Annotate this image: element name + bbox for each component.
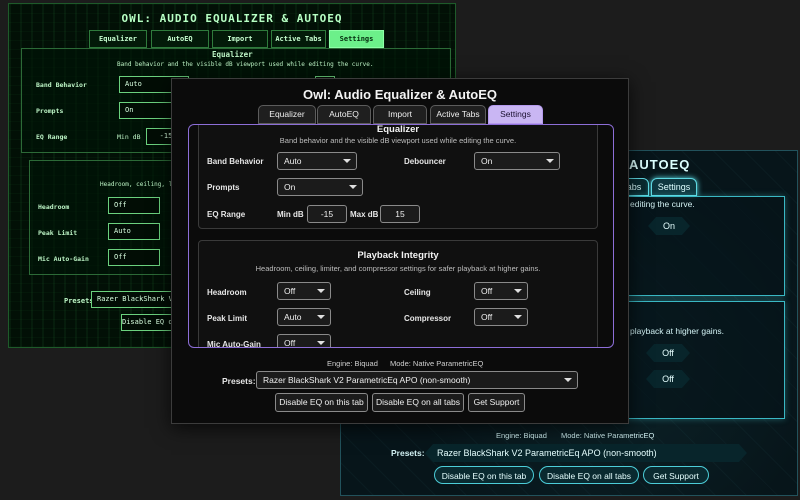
teal-presets-select[interactable]: Razer BlackShark V2 ParametricEq APO (no… [425, 444, 747, 462]
teal-window-title: AUTOEQ [629, 157, 691, 172]
matrix-headroom-label: Headroom [38, 203, 70, 211]
mic-autogain-value: Off [284, 338, 296, 348]
matrix-presets-select[interactable]: Razer BlackShark V2 Paramet [91, 291, 181, 308]
min-db-label: Min dB [277, 210, 304, 219]
band-behavior-value: Auto [284, 156, 302, 166]
band-behavior-select[interactable]: Auto [277, 152, 357, 170]
debouncer-value: On [481, 156, 493, 166]
teal-engine-text: Engine: Biquad [496, 431, 547, 440]
max-db-input[interactable]: 15 [380, 205, 420, 223]
matrix-band-behavior-label: Band Behavior [36, 81, 87, 89]
tab-import[interactable]: Import [373, 105, 427, 124]
chevron-down-icon [317, 341, 325, 345]
engine-text: Engine: Biquad [327, 359, 378, 368]
playback-integrity-heading: Playback Integrity [357, 250, 439, 261]
mic-autogain-label: Mic Auto-Gain [207, 340, 261, 348]
matrix-headroom-select[interactable]: Off [108, 197, 160, 214]
debouncer-label: Debouncer [404, 157, 446, 166]
chevron-down-icon [514, 289, 522, 293]
debouncer-select[interactable]: On [474, 152, 560, 170]
tab-autoeq[interactable]: AutoEQ [317, 105, 371, 124]
matrix-tab-equalizer[interactable]: Equalizer [89, 30, 147, 48]
presets-label: Presets: [222, 376, 256, 386]
ceiling-value: Off [481, 286, 493, 296]
band-behavior-label: Band Behavior [207, 157, 264, 166]
headroom-label: Headroom [207, 288, 247, 297]
matrix-tab-import[interactable]: Import [212, 30, 268, 48]
settings-scroll-area[interactable]: Equalizer Band behavior and the visible … [188, 124, 614, 348]
get-support-button[interactable]: Get Support [468, 393, 525, 412]
teal-equalizer-description: editing the curve. [630, 199, 695, 209]
tab-equalizer[interactable]: Equalizer [258, 105, 316, 124]
prompts-select[interactable]: On [277, 178, 363, 196]
matrix-window-title: OWL: AUDIO EQUALIZER & AUTOEQ [121, 12, 343, 25]
disable-eq-all-button[interactable]: Disable EQ on all tabs [372, 393, 464, 412]
teal-mode-text: Mode: Native ParametricEQ [561, 431, 655, 440]
compressor-label: Compressor [404, 314, 452, 323]
mode-text: Mode: Native ParametricEQ [390, 359, 484, 368]
matrix-eq-range-label: EQ Range [36, 133, 68, 141]
matrix-equalizer-description: Band behavior and the visible dB viewpor… [117, 61, 374, 68]
playback-integrity-description: Headroom, ceiling, limiter, and compress… [255, 264, 541, 273]
matrix-min-db-label: Min dB [117, 133, 141, 141]
prompts-label: Prompts [207, 183, 240, 192]
presets-value: Razer BlackShark V2 ParametricEq APO (no… [263, 375, 471, 385]
chevron-down-icon [343, 159, 351, 163]
chevron-down-icon [349, 185, 357, 189]
presets-select[interactable]: Razer BlackShark V2 ParametricEq APO (no… [256, 371, 578, 389]
teal-playback-section: playback at higher gains. Off Off [611, 301, 785, 419]
teal-debouncer-select[interactable]: On [648, 217, 690, 235]
matrix-tab-autoeq[interactable]: AutoEQ [151, 30, 209, 48]
compressor-value: Off [481, 312, 493, 322]
matrix-mic-autogain-label: Mic Auto-Gain [38, 255, 89, 263]
page-title: Owl: Audio Equalizer & AutoEQ [302, 87, 498, 102]
ceiling-select[interactable]: Off [474, 282, 528, 300]
teal-equalizer-section: editing the curve. On [611, 196, 785, 296]
teal-ceiling-select[interactable]: Off [646, 344, 690, 362]
chevron-down-icon [317, 315, 325, 319]
chevron-down-icon [317, 289, 325, 293]
eq-range-label: EQ Range [207, 210, 246, 219]
tab-settings[interactable]: Settings [488, 105, 543, 124]
matrix-tab-active-tabs[interactable]: Active Tabs [271, 30, 326, 48]
chevron-down-icon [514, 315, 522, 319]
matrix-prompts-label: Prompts [36, 107, 64, 115]
matrix-tab-settings[interactable]: Settings [329, 30, 384, 48]
teal-presets-label: Presets: [391, 448, 425, 458]
main-window: Owl: Audio Equalizer & AutoEQ Equalizer … [171, 78, 629, 424]
prompts-value: On [284, 182, 296, 192]
matrix-peak-limit-label: Peak Limit [38, 229, 78, 237]
chevron-down-icon [564, 378, 572, 382]
matrix-peak-limit-select[interactable]: Auto [108, 223, 160, 240]
chevron-down-icon [546, 159, 554, 163]
teal-disable-tab-button[interactable]: Disable EQ on this tab [434, 466, 534, 484]
min-db-input[interactable]: -15 [307, 205, 347, 223]
headroom-select[interactable]: Off [277, 282, 331, 300]
teal-compressor-select[interactable]: Off [646, 370, 690, 388]
compressor-select[interactable]: Off [474, 308, 528, 326]
equalizer-heading: Equalizer [376, 124, 420, 135]
peak-limit-label: Peak Limit [207, 314, 248, 323]
ceiling-label: Ceiling [404, 288, 431, 297]
teal-disable-all-button[interactable]: Disable EQ on all tabs [539, 466, 639, 484]
disable-eq-tab-button[interactable]: Disable EQ on this tab [275, 393, 368, 412]
max-db-label: Max dB [350, 210, 379, 219]
headroom-value: Off [284, 286, 296, 296]
playback-integrity-section: Playback Integrity Headroom, ceiling, li… [198, 240, 598, 348]
equalizer-section: Equalizer Band behavior and the visible … [198, 124, 598, 229]
matrix-mic-autogain-select[interactable]: Off [108, 249, 160, 266]
mic-autogain-select[interactable]: Off [277, 334, 331, 348]
teal-get-support-button[interactable]: Get Support [643, 466, 709, 484]
peak-limit-select[interactable]: Auto [277, 308, 331, 326]
tab-active-tabs[interactable]: Active Tabs [430, 105, 486, 124]
teal-playback-description: playback at higher gains. [630, 326, 725, 336]
equalizer-description: Band behavior and the visible dB viewpor… [279, 136, 517, 145]
teal-tab-settings[interactable]: Settings [651, 178, 697, 196]
peak-limit-value: Auto [284, 312, 302, 322]
matrix-equalizer-heading: Equalizer [212, 50, 253, 59]
